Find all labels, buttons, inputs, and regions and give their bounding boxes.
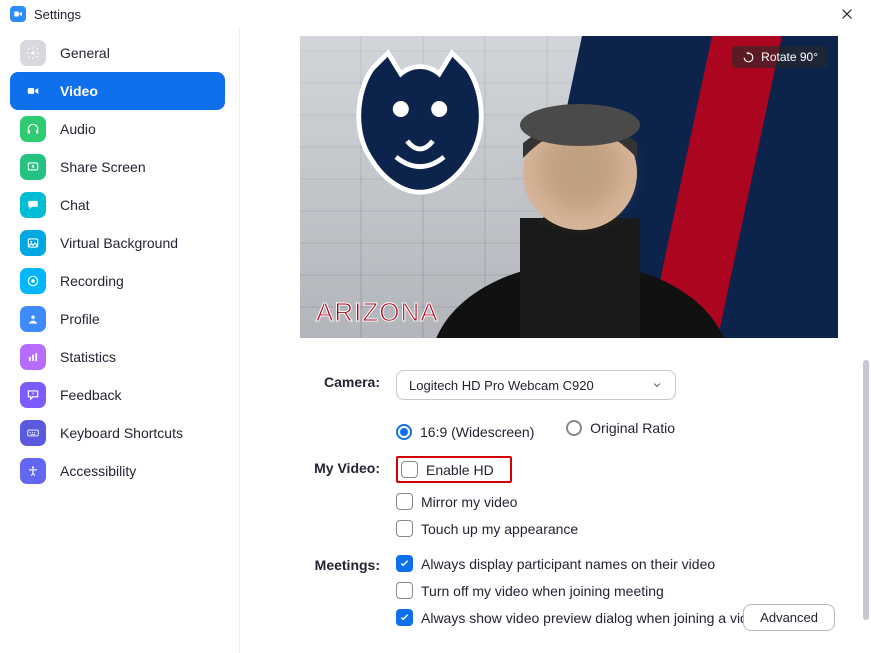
sidebar-item-label: Audio — [60, 121, 96, 137]
sidebar-item-label: Statistics — [60, 349, 116, 365]
checkbox-icon — [396, 493, 413, 510]
sidebar-item-keyboard-shortcuts[interactable]: Keyboard Shortcuts — [10, 414, 225, 452]
radio-icon — [396, 424, 412, 440]
window-title: Settings — [34, 7, 81, 22]
show-names-checkbox[interactable]: Always display participant names on thei… — [396, 555, 843, 572]
sidebar-item-label: Share Screen — [60, 159, 146, 175]
camera-select[interactable]: Logitech HD Pro Webcam C920 — [396, 370, 676, 400]
title-bar: Settings — [0, 0, 871, 28]
checkbox-icon — [401, 461, 418, 478]
share-screen-icon — [20, 154, 46, 180]
rotate-icon — [742, 51, 755, 64]
checkbox-label: Enable HD — [426, 462, 494, 478]
sidebar-item-recording[interactable]: Recording — [10, 262, 225, 300]
checkbox-icon — [396, 609, 413, 626]
sidebar-item-label: Feedback — [60, 387, 121, 403]
sidebar-item-video[interactable]: Video — [10, 72, 225, 110]
video-preview: ARIZONA Rotate 90° — [300, 36, 838, 338]
sidebar-item-label: Keyboard Shortcuts — [60, 425, 183, 441]
radio-icon — [566, 420, 582, 436]
chat-icon — [20, 192, 46, 218]
checkbox-icon — [396, 555, 413, 572]
sidebar-item-accessibility[interactable]: Accessibility — [10, 452, 225, 490]
turn-off-video-checkbox[interactable]: Turn off my video when joining meeting — [396, 582, 843, 599]
radio-label: 16:9 (Widescreen) — [420, 424, 534, 440]
sidebar-item-label: General — [60, 45, 110, 61]
scrollbar[interactable] — [863, 360, 869, 620]
sidebar-item-statistics[interactable]: Statistics — [10, 338, 225, 376]
touch-up-checkbox[interactable]: Touch up my appearance — [396, 520, 843, 537]
sidebar-item-profile[interactable]: Profile — [10, 300, 225, 338]
my-video-section-label: My Video: — [300, 456, 396, 476]
checkbox-label: Mirror my video — [421, 494, 517, 510]
camera-section-label: Camera: — [300, 370, 396, 390]
record-icon — [20, 268, 46, 294]
sidebar-item-label: Virtual Background — [60, 235, 178, 251]
enable-hd-checkbox[interactable]: Enable HD — [401, 461, 494, 478]
headphones-icon — [20, 116, 46, 142]
sidebar-item-general[interactable]: General — [10, 34, 225, 72]
sidebar-item-label: Recording — [60, 273, 124, 289]
keyboard-icon — [20, 420, 46, 446]
user-icon — [20, 306, 46, 332]
rotate-label: Rotate 90° — [761, 50, 818, 64]
checkbox-label: Always display participant names on thei… — [421, 556, 715, 572]
person-silhouette — [430, 68, 730, 338]
sidebar-item-audio[interactable]: Audio — [10, 110, 225, 148]
sidebar-item-share-screen[interactable]: Share Screen — [10, 148, 225, 186]
aspect-original-radio[interactable]: Original Ratio — [566, 420, 675, 436]
checkbox-label: Touch up my appearance — [421, 521, 578, 537]
app-icon — [10, 6, 26, 22]
sidebar-item-label: Accessibility — [60, 463, 136, 479]
settings-sidebar: General Video Audio Share Screen Chat Vi… — [0, 28, 240, 653]
aspect-widescreen-radio[interactable]: 16:9 (Widescreen) — [396, 424, 534, 440]
feedback-icon — [20, 382, 46, 408]
sidebar-item-chat[interactable]: Chat — [10, 186, 225, 224]
video-icon — [20, 78, 46, 104]
accessibility-icon — [20, 458, 46, 484]
sidebar-item-label: Chat — [60, 197, 90, 213]
image-icon — [20, 230, 46, 256]
checkbox-label: Turn off my video when joining meeting — [421, 583, 664, 599]
sidebar-item-virtual-background[interactable]: Virtual Background — [10, 224, 225, 262]
rotate-90-button[interactable]: Rotate 90° — [732, 46, 828, 68]
advanced-button[interactable]: Advanced — [743, 604, 835, 631]
checkbox-icon — [396, 520, 413, 537]
chevron-down-icon — [651, 379, 663, 391]
enable-hd-highlight: Enable HD — [396, 456, 512, 483]
arizona-logo-text: ARIZONA — [316, 297, 439, 328]
close-button[interactable] — [833, 0, 861, 28]
checkbox-icon — [396, 582, 413, 599]
sidebar-item-label: Profile — [60, 311, 100, 327]
bar-chart-icon — [20, 344, 46, 370]
gear-icon — [20, 40, 46, 66]
radio-label: Original Ratio — [590, 420, 675, 436]
sidebar-item-label: Video — [60, 83, 98, 99]
camera-select-value: Logitech HD Pro Webcam C920 — [409, 378, 594, 393]
settings-content: ARIZONA Rotate 90° Camera: Logitech HD P… — [240, 28, 871, 653]
sidebar-item-feedback[interactable]: Feedback — [10, 376, 225, 414]
mirror-video-checkbox[interactable]: Mirror my video — [396, 493, 843, 510]
meetings-section-label: Meetings: — [300, 553, 396, 573]
